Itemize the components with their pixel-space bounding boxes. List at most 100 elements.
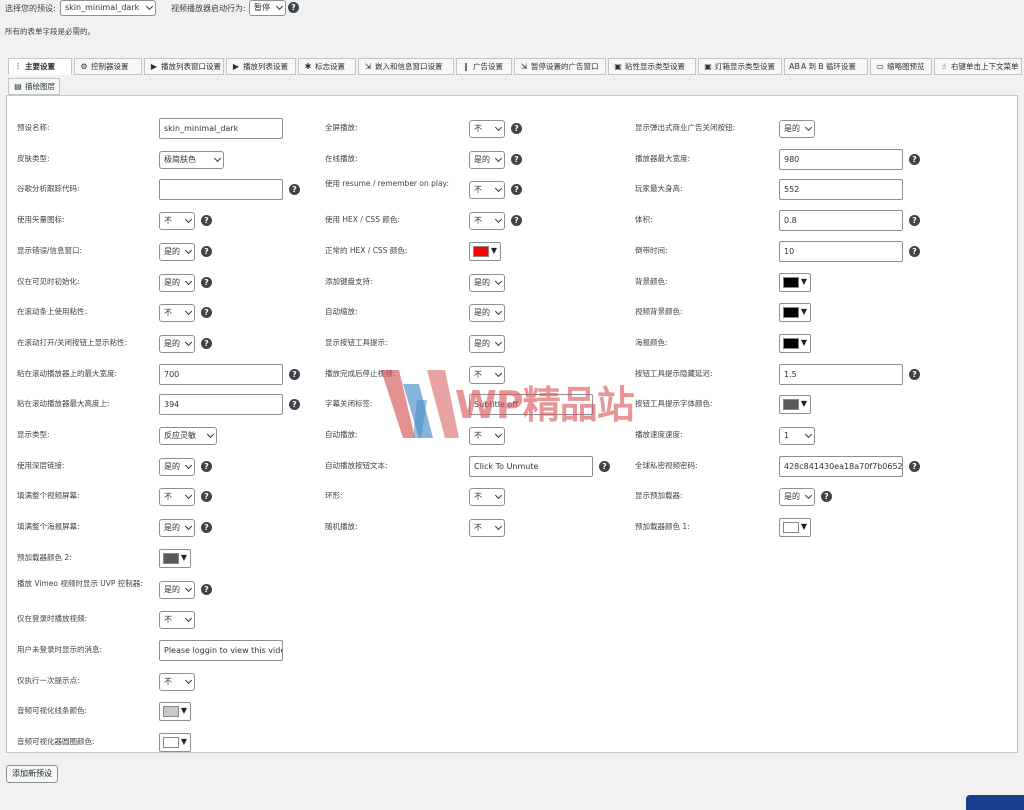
help-icon[interactable]: ?: [909, 460, 920, 472]
text-input[interactable]: 552: [779, 179, 903, 201]
color-picker[interactable]: ▼: [779, 395, 811, 415]
tab-pause-ad[interactable]: ⇲ 暂停设置的广告窗口: [514, 58, 606, 75]
tab-playlist-window[interactable]: ▶ 播放列表窗口设置: [144, 58, 224, 75]
field-label: 音频可视化器圆圈颜色:: [17, 737, 95, 746]
field-label: 皮肤类型:: [17, 153, 50, 163]
select-dropdown[interactable]: 是的: [469, 273, 505, 292]
select-value: 不: [474, 431, 482, 440]
help-icon[interactable]: ?: [201, 583, 212, 595]
tab-thumbnail[interactable]: ▭ 缩略图预览: [870, 58, 932, 75]
help-icon[interactable]: ?: [201, 522, 212, 534]
color-picker[interactable]: ▼: [159, 702, 191, 722]
preset-select[interactable]: skin_minimal_dark: [60, 0, 156, 16]
help-icon[interactable]: ?: [511, 123, 522, 134]
help-icon[interactable]: ?: [511, 184, 522, 196]
tab-gear[interactable]: ⚙ 控制器设置: [74, 58, 142, 75]
help-icon[interactable]: ?: [909, 245, 920, 257]
lightbox-icon: ▣: [704, 62, 712, 71]
select-dropdown[interactable]: 是的: [469, 334, 505, 353]
help-icon[interactable]: ?: [289, 399, 300, 411]
add-new-preset-button[interactable]: 添加新预设: [6, 765, 58, 783]
tab-label: 广告设置: [473, 62, 503, 71]
text-input[interactable]: 394: [159, 394, 283, 416]
help-icon[interactable]: ?: [289, 184, 300, 196]
color-picker[interactable]: ▼: [159, 733, 191, 752]
chevron-down-icon: [494, 123, 503, 132]
help-icon[interactable]: ?: [909, 368, 920, 380]
select-dropdown[interactable]: 是的: [159, 580, 195, 599]
tab-drawing[interactable]: ▤ 描绘图层: [8, 78, 60, 95]
help-icon[interactable]: ?: [909, 153, 920, 165]
select-dropdown[interactable]: 不: [469, 488, 505, 507]
tab-sliders[interactable]: ⫶ 主要设置: [8, 58, 72, 75]
help-icon[interactable]: ?: [201, 337, 212, 349]
help-icon[interactable]: ?: [201, 460, 212, 472]
select-dropdown[interactable]: 不: [159, 212, 195, 231]
help-icon[interactable]: ?: [511, 153, 522, 165]
help-icon[interactable]: ?: [201, 491, 212, 503]
select-dropdown[interactable]: 不: [159, 611, 195, 630]
select-dropdown[interactable]: 是的: [159, 519, 195, 538]
help-icon[interactable]: ?: [289, 368, 300, 380]
right-click-icon: ☝: [941, 62, 947, 71]
text-input[interactable]: 0.8: [779, 210, 903, 232]
select-dropdown[interactable]: 是的: [159, 334, 195, 353]
text-input[interactable]: 10: [779, 240, 903, 262]
help-icon[interactable]: ?: [909, 215, 920, 227]
tab-right-click[interactable]: ☝ 右键单击上下文菜单: [934, 58, 1022, 75]
text-input[interactable]: 1.5: [779, 363, 903, 385]
tab-sticky[interactable]: ▣ 粘性显示类型设置: [608, 58, 696, 75]
select-dropdown[interactable]: 不: [469, 365, 505, 384]
select-dropdown[interactable]: 不: [469, 519, 505, 538]
select-dropdown[interactable]: 不: [469, 120, 505, 138]
text-input[interactable]: Subtitle off: [469, 394, 593, 416]
tab-lightbox[interactable]: ▣ 灯箱显示类型设置: [698, 58, 782, 75]
select-dropdown[interactable]: 是的: [159, 273, 195, 292]
select-dropdown[interactable]: 是的: [779, 488, 815, 507]
help-icon[interactable]: ?: [288, 2, 299, 13]
select-dropdown[interactable]: 是的: [159, 457, 195, 476]
color-picker[interactable]: ▼: [779, 272, 811, 292]
select-dropdown[interactable]: 是的: [159, 242, 195, 261]
select-dropdown[interactable]: 不: [159, 672, 195, 691]
select-dropdown[interactable]: 是的: [779, 120, 815, 138]
text-input[interactable]: Please loggin to view this video: [159, 639, 283, 661]
autoplay-behavior-select[interactable]: 暂停: [249, 0, 286, 16]
help-icon[interactable]: ?: [201, 245, 212, 257]
select-dropdown[interactable]: 不: [159, 304, 195, 323]
text-input[interactable]: [159, 179, 283, 201]
tab-ads[interactable]: ‖ 广告设置: [456, 58, 512, 75]
select-dropdown[interactable]: 反应灵敏: [159, 427, 217, 445]
text-input[interactable]: Click To Unmute: [469, 455, 593, 477]
text-input[interactable]: 428c841430ea18a70f7b06525c: [779, 455, 903, 477]
help-icon[interactable]: ?: [201, 307, 212, 319]
color-picker[interactable]: ▼: [159, 548, 191, 568]
select-dropdown[interactable]: 极简肤色: [159, 150, 224, 169]
color-picker[interactable]: ▼: [779, 303, 811, 323]
select-dropdown[interactable]: 是的: [469, 304, 505, 323]
text-input[interactable]: skin_minimal_dark: [159, 118, 283, 139]
help-icon[interactable]: ?: [821, 491, 832, 503]
help-icon[interactable]: ?: [511, 215, 522, 227]
help-icon[interactable]: ?: [201, 276, 212, 288]
field-label: 在滚动条上使用粘性:: [17, 307, 88, 317]
select-dropdown[interactable]: 不: [469, 427, 505, 445]
tab-embed[interactable]: ⇲ 嵌入和信息窗口设置: [358, 58, 454, 75]
help-icon[interactable]: ?: [201, 215, 212, 227]
color-picker[interactable]: ▼: [779, 518, 811, 538]
text-input[interactable]: 700: [159, 363, 283, 385]
embed-icon: ⇲: [364, 62, 372, 71]
select-dropdown[interactable]: 不: [469, 212, 505, 231]
help-icon[interactable]: ?: [599, 460, 610, 472]
tab-ab-loop[interactable]: ABA 到 B 循环设置: [784, 58, 868, 75]
select-dropdown[interactable]: 不: [159, 488, 195, 507]
text-input[interactable]: 980: [779, 148, 903, 170]
color-swatch: [783, 276, 799, 288]
select-dropdown[interactable]: 1: [779, 427, 815, 445]
tab-playlist[interactable]: ▶ 播放列表设置: [226, 58, 296, 75]
color-picker[interactable]: ▼: [779, 333, 811, 353]
select-dropdown[interactable]: 不: [469, 181, 505, 200]
color-picker[interactable]: ▼: [469, 241, 501, 261]
tab-logo[interactable]: ✱ 标志设置: [298, 58, 356, 75]
select-dropdown[interactable]: 是的: [469, 150, 505, 169]
